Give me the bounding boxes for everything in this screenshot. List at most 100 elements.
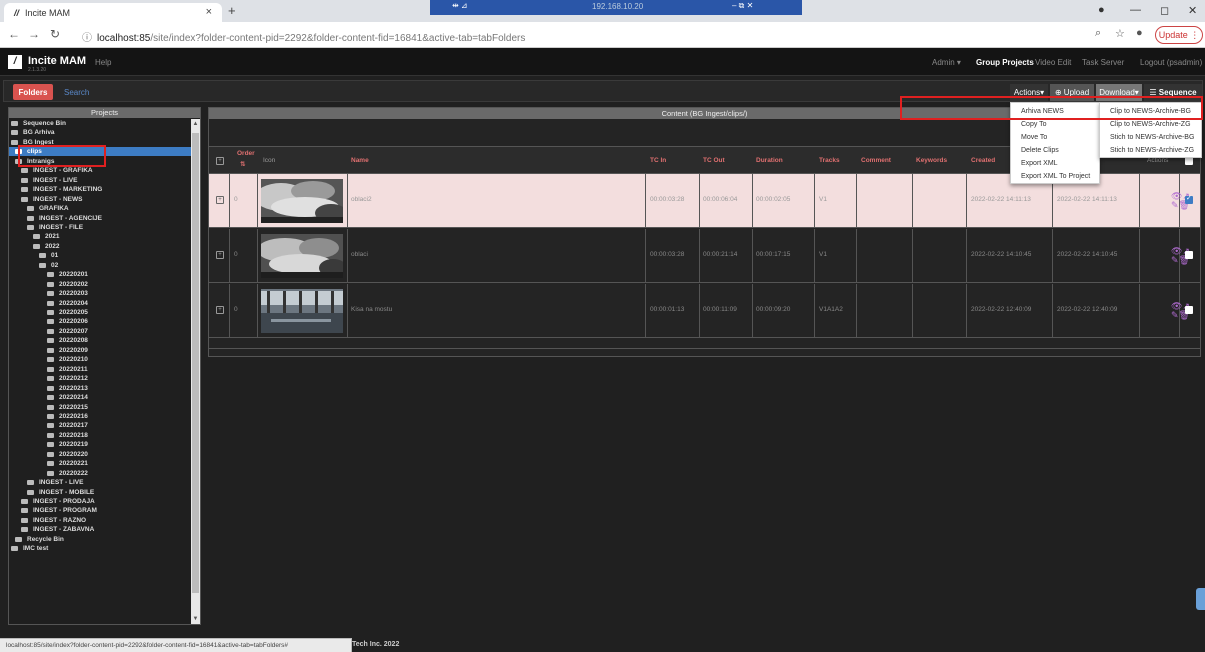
row-expand-icon[interactable]: +: [216, 196, 224, 204]
tree-item[interactable]: 02: [9, 261, 192, 270]
tree-item[interactable]: INGEST - AGENCIJE: [9, 214, 192, 223]
tree-item[interactable]: INGEST - GRAFIKA: [9, 166, 192, 175]
menu-item-copy-to[interactable]: Copy To: [1011, 119, 1047, 131]
search-tab[interactable]: Search: [64, 88, 89, 97]
expand-all-icon[interactable]: +: [216, 157, 224, 165]
nav-group-projects[interactable]: Group Projects: [976, 58, 1034, 67]
account-icon[interactable]: ●: [1136, 27, 1143, 39]
tree-item[interactable]: INGEST - LIVE: [9, 176, 192, 185]
submenu-clip-archive-bg[interactable]: Clip to NEWS-Archive-BG: [1100, 106, 1191, 118]
help-link[interactable]: Help: [95, 58, 111, 67]
col-tc-in[interactable]: TC In: [650, 157, 666, 164]
tree-item[interactable]: 20220205: [9, 308, 192, 317]
window-close-icon[interactable]: ✕: [1188, 4, 1197, 17]
clip-thumbnail[interactable]: [261, 289, 343, 333]
tree-item[interactable]: 20220202: [9, 280, 192, 289]
col-comment[interactable]: Comment: [861, 157, 891, 164]
download-button[interactable]: Download▾: [1096, 84, 1142, 101]
sort-icon[interactable]: ⇅: [240, 160, 245, 168]
tree-item[interactable]: 20220222: [9, 469, 192, 478]
menu-item-export-xml[interactable]: Export XML: [1011, 158, 1058, 170]
tree-item[interactable]: 20220218: [9, 431, 192, 440]
row-expand-icon[interactable]: +: [216, 251, 224, 259]
url-field[interactable]: ⓘ localhost:85/site/index?folder-content-…: [82, 29, 525, 44]
tree-item[interactable]: BG Ingest: [9, 138, 192, 147]
scroll-down-icon[interactable]: ▼: [191, 614, 200, 624]
table-row[interactable]: + 0 oblaci 00:00:03:28 00:00:21:14 00:00…: [209, 229, 1200, 283]
minimize-icon[interactable]: —: [1130, 4, 1141, 16]
projects-scrollbar[interactable]: ▲ ▼: [191, 119, 200, 624]
submenu-stich-archive-zg[interactable]: Stich to NEWS-Archive-ZG: [1100, 145, 1194, 157]
tree-item[interactable]: 20220201: [9, 270, 192, 279]
back-icon[interactable]: ←: [8, 27, 20, 41]
scroll-up-icon[interactable]: ▲: [191, 119, 200, 129]
new-tab-button[interactable]: +: [228, 3, 236, 18]
browser-tab[interactable]: // Incite MAM ×: [4, 3, 222, 22]
tree-item[interactable]: 01: [9, 251, 192, 260]
col-tc-out[interactable]: TC Out: [703, 157, 725, 164]
nav-video-edit[interactable]: Video Edit: [1035, 58, 1071, 67]
tree-item[interactable]: INGEST - RAZNO: [9, 516, 192, 525]
tree-item[interactable]: 2021: [9, 232, 192, 241]
tab-close-icon[interactable]: ×: [206, 6, 212, 18]
site-info-icon[interactable]: ⓘ: [82, 33, 92, 44]
col-name[interactable]: Name: [351, 157, 369, 164]
menu-item-arhiva-news[interactable]: Arhiva NEWS: [1011, 106, 1064, 118]
folders-tab[interactable]: Folders: [13, 84, 53, 100]
nav-task-server[interactable]: Task Server: [1082, 58, 1124, 67]
menu-item-move-to[interactable]: Move To: [1011, 132, 1047, 144]
scroll-thumb[interactable]: [192, 133, 199, 593]
tree-item[interactable]: INGEST - FILE: [9, 223, 192, 232]
col-order[interactable]: Order: [237, 150, 255, 157]
submenu-stich-archive-bg[interactable]: Stich to NEWS-Archive-BG: [1100, 132, 1194, 144]
tree-item[interactable]: INGEST - LIVE: [9, 478, 192, 487]
tree-item[interactable]: INGEST - PRODAJA: [9, 497, 192, 506]
row-expand-icon[interactable]: +: [216, 306, 224, 314]
tree-item[interactable]: Intranigs: [9, 157, 192, 166]
col-created[interactable]: Created: [971, 157, 995, 164]
tree-item[interactable]: 20220204: [9, 299, 192, 308]
table-row[interactable]: + 0 Kisa na mostu 00:00:01:13 00:00:11:0…: [209, 284, 1200, 338]
col-tracks[interactable]: Tracks: [819, 157, 840, 164]
col-duration[interactable]: Duration: [756, 157, 783, 164]
nav-logout[interactable]: Logout (psadmin): [1140, 58, 1202, 67]
bookmark-star-icon[interactable]: ☆: [1115, 27, 1125, 40]
profile-icon[interactable]: ●: [1098, 4, 1105, 16]
tree-item[interactable]: GRAFIKA: [9, 204, 192, 213]
menu-item-export-xml-to-project[interactable]: Export XML To Project: [1011, 171, 1090, 183]
clip-thumbnail[interactable]: [261, 234, 343, 278]
update-button[interactable]: Update ⋮: [1155, 26, 1203, 44]
zoom-icon[interactable]: ⌕: [1095, 27, 1101, 40]
maximize-icon[interactable]: ◻: [1160, 4, 1169, 17]
tree-item[interactable]: 20220208: [9, 336, 192, 345]
remote-session-bar[interactable]: ⇹ ⊿ 192.168.10.20 ‒ ⧉ ✕: [430, 0, 802, 15]
tree-item[interactable]: 20220219: [9, 440, 192, 449]
tree-item[interactable]: Recycle Bin: [9, 535, 192, 544]
tree-item[interactable]: INGEST - MOBILE: [9, 488, 192, 497]
tree-item[interactable]: Sequence Bin: [9, 119, 192, 128]
tree-item[interactable]: 20220216: [9, 412, 192, 421]
actions-button[interactable]: Actions▾: [1010, 84, 1048, 101]
menu-item-delete-clips[interactable]: Delete Clips: [1011, 145, 1059, 157]
pin-icon[interactable]: ⇹ ⊿: [452, 1, 468, 10]
tree-item[interactable]: 20220217: [9, 421, 192, 430]
row-checkbox[interactable]: [1185, 306, 1193, 314]
remote-controls-icon[interactable]: ‒ ⧉ ✕: [732, 1, 753, 11]
sequence-button[interactable]: ☰ Sequence: [1144, 84, 1202, 101]
tree-item[interactable]: 20220207: [9, 327, 192, 336]
nav-admin[interactable]: Admin ▾: [932, 58, 961, 67]
tree-item[interactable]: IMC test: [9, 544, 192, 553]
col-keywords[interactable]: Keywords: [916, 157, 947, 164]
tree-item[interactable]: INGEST - PROGRAM: [9, 506, 192, 515]
reload-icon[interactable]: ↻: [50, 27, 60, 41]
select-all-checkbox[interactable]: [1185, 157, 1193, 165]
forward-icon[interactable]: →: [28, 27, 40, 41]
tree-item[interactable]: 20220215: [9, 403, 192, 412]
row-name[interactable]: oblaci: [351, 251, 368, 258]
tree-item[interactable]: 20220211: [9, 365, 192, 374]
tree-item[interactable]: INGEST - ZABAVNA: [9, 525, 192, 534]
tree-item[interactable]: 20220210: [9, 355, 192, 364]
tree-item[interactable]: INGEST - MARKETING: [9, 185, 192, 194]
tree-item[interactable]: 20220213: [9, 384, 192, 393]
tree-item[interactable]: 20220220: [9, 450, 192, 459]
